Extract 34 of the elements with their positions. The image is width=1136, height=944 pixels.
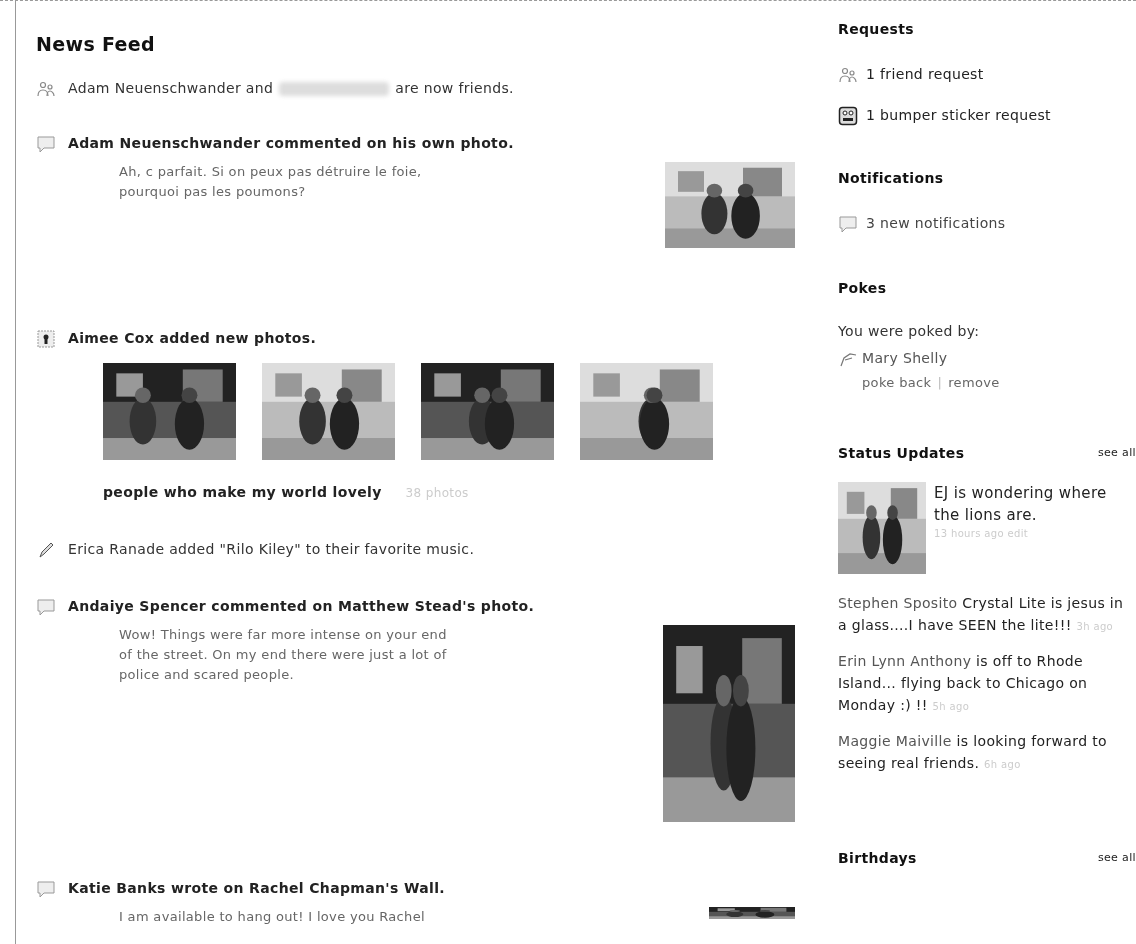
section-title: Requests <box>838 20 915 39</box>
face-icon <box>838 105 858 126</box>
comment-text: I am available to hang out! I love you Rachel <box>119 908 426 926</box>
request-link[interactable]: 1 friend request <box>866 64 984 85</box>
section-title: Notifications <box>838 169 945 188</box>
speech-bubble-icon <box>36 878 56 899</box>
story-headline: Katie Banks wrote on Rachel Chapman's Wall. <box>68 879 445 898</box>
story-headline: Adam Neuenschwander commented on his own photo. <box>68 134 514 153</box>
story-headline: Adam Neuenschwander and <box>68 79 274 98</box>
story-headline: Erica Ranade added "Rilo Kiley" to their favorite music. <box>68 540 475 559</box>
story-headline: are now friends. <box>395 79 514 98</box>
speech-bubble-icon <box>36 596 56 617</box>
speech-bubble-icon <box>36 133 56 154</box>
status-text: EJ is wondering where the lions are. <box>934 482 1108 526</box>
section-title: Birthdays <box>838 848 917 868</box>
section-title: Status Updates <box>838 443 965 463</box>
separator: | <box>937 374 943 392</box>
story-headline: Andaiye Spencer commented on Matthew Stead's photo. <box>68 597 535 616</box>
notification-link[interactable]: 3 new notifications <box>866 213 1006 234</box>
photo-icon <box>36 328 56 349</box>
story-headline: Aimee Cox added new photos. <box>68 329 317 348</box>
section-title: Pokes <box>838 279 888 298</box>
poker-name[interactable]: Mary Shelly <box>862 348 1000 369</box>
poke-back-link[interactable]: poke back <box>862 373 932 393</box>
remove-link[interactable]: remove <box>948 373 1000 393</box>
see-all-link[interactable]: see all <box>1097 444 1136 462</box>
pokes-intro: You were poked by: <box>838 322 981 341</box>
album-title[interactable]: people who make my world lovely <box>103 482 382 503</box>
speech-bubble-icon <box>838 213 858 234</box>
comment-text: Wow! Things were far more intense on your end of the street. On my end there were just a lot of police and scared people. <box>119 626 448 684</box>
request-link[interactable]: 1 bumper sticker request <box>866 105 1051 126</box>
see-all-link[interactable]: see all <box>1097 849 1136 867</box>
comment-text: Ah, c parfait. Si on peux pas détruire le foie, pourquoi pas les poumons? <box>119 163 423 201</box>
news-feed-title: News Feed <box>36 35 156 54</box>
